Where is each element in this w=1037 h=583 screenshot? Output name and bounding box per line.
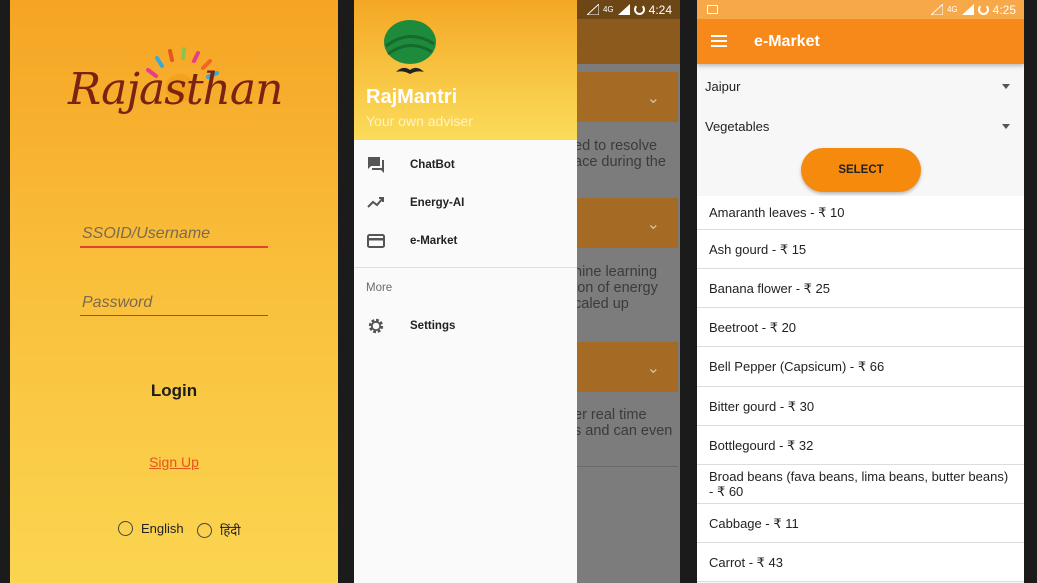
background-text: er real time s and can even [574,407,673,439]
trending-up-icon [366,193,386,213]
username-placeholder: SSOID/Username [82,225,211,242]
list-item[interactable]: Ash gourd - ₹ 15 [697,230,1024,269]
dropdown-arrow-icon [1002,83,1010,89]
status-time: 4:25 [992,2,1016,17]
chevron-down-icon: ⌄ [646,216,660,233]
phone-bezel [680,0,697,583]
login-button[interactable]: Login [10,381,338,401]
phone-bezel [1024,0,1037,583]
nav-item-label: Settings [410,320,456,332]
login-screen: Rajasthan SSOID/Username Password Login … [10,0,338,583]
page-title: e-Market [754,33,820,50]
drawer-header: RajMantri Your own adviser [354,0,577,140]
city-value: Jaipur [705,78,741,94]
produce-list: Amaranth leaves - ₹ 10 Ash gourd - ₹ 15 … [697,196,1024,582]
radio-icon [197,522,212,538]
chevron-down-icon: ⌄ [646,360,660,377]
gear-icon [366,316,386,336]
turban-logo-icon [384,20,436,74]
nav-item-label: e-Market [410,235,458,247]
username-field[interactable]: SSOID/Username [80,222,268,248]
nav-item-e-market[interactable]: e-Market [354,222,577,260]
nav-item-chatbot[interactable]: ChatBot [354,146,577,184]
list-item[interactable]: Beetroot - ₹ 20 [697,308,1024,347]
network-label: 4G [946,5,958,14]
list-item[interactable]: Bitter gourd - ₹ 30 [697,387,1024,426]
signal-icon [617,4,630,15]
background-card: ⌄ [572,72,678,122]
signal-icon [586,4,599,15]
background-text: hine learning ion of energy caled up [574,264,658,312]
signal-icon [930,4,943,15]
list-item[interactable]: Bottlegourd - ₹ 32 [697,426,1024,465]
network-label: 4G [602,5,614,14]
list-item[interactable]: Cabbage - ₹ 11 [697,504,1024,543]
password-placeholder: Password [82,294,153,311]
category-value: Vegetables [705,118,770,134]
app-name: RajMantri [366,86,458,108]
logo-text: Rajasthan [68,64,283,115]
list-item[interactable]: Broad beans (fava beans, lima beans, but… [697,465,1024,504]
lang-radio-english[interactable]: English [118,521,184,536]
list-item[interactable]: Amaranth leaves - ₹ 10 [697,196,1024,230]
phone-bezel [338,0,354,583]
lang-label-english: English [141,521,184,536]
list-item[interactable]: Carrot - ₹ 43 [697,543,1024,582]
battery-icon [633,4,645,15]
background-divider [572,466,678,467]
credit-card-icon [366,231,386,251]
nav-item-label: ChatBot [410,159,455,171]
nav-item-energy-ai[interactable]: Energy-AI [354,184,577,222]
status-bar: 4G 4:25 [697,0,1024,19]
image-icon [707,5,718,14]
signal-icon [961,4,974,15]
phone-bezel [0,0,10,583]
list-item[interactable]: Bell Pepper (Capsicum) - ₹ 66 [697,347,1024,387]
app-tagline: Your own adviser [366,113,473,129]
lang-label-hindi: हिंदी [220,523,241,538]
dropdown-arrow-icon [1002,123,1010,129]
nav-item-settings[interactable]: Settings [354,307,577,345]
chevron-down-icon: ⌄ [646,90,660,107]
background-card: ⌄ [572,198,678,248]
more-subheader: More [366,282,393,294]
list-item[interactable]: Banana flower - ₹ 25 [697,269,1024,308]
background-card: ⌄ [572,342,678,392]
status-time: 4:24 [648,2,672,17]
chat-icon [366,155,386,175]
lang-radio-hindi[interactable]: हिंदी [197,521,241,539]
hamburger-menu-icon[interactable] [711,35,727,47]
city-dropdown[interactable]: Jaipur [705,71,1010,101]
e-market-screen: e-Market 4G 4:25 Jaipur Vegetables SELEC… [697,0,1024,583]
navigation-drawer: RajMantri Your own adviser ChatBot Energ… [354,0,577,583]
battery-icon [977,4,989,15]
background-text: ed to resolve ace during the [574,138,666,170]
signup-link[interactable]: Sign Up [10,454,338,470]
category-dropdown[interactable]: Vegetables [705,111,1010,141]
select-button[interactable]: SELECT [801,148,921,192]
password-field[interactable]: Password [80,290,268,316]
radio-icon [118,521,133,536]
rajasthan-logo: Rajasthan [68,46,288,146]
nav-item-label: Energy-AI [410,197,465,209]
drawer-screen: ⌄ ed to resolve ace during the ⌄ hine le… [354,0,680,583]
drawer-divider [354,267,577,268]
